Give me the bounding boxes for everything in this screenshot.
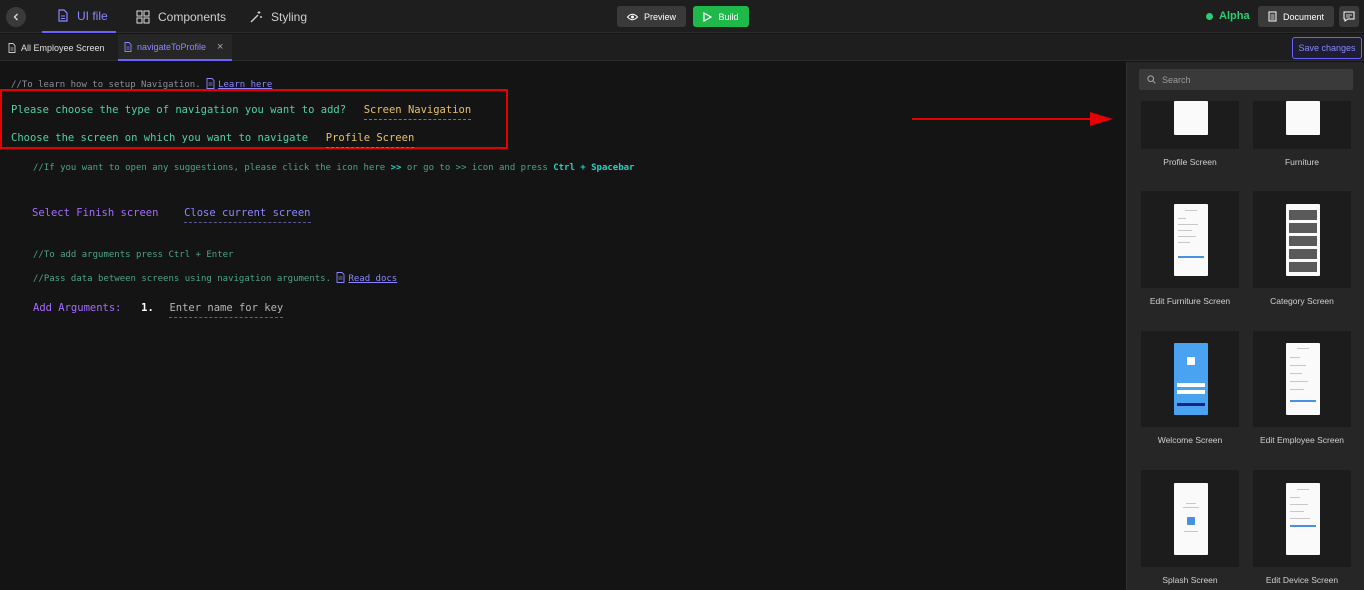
screen-card-label: Category Screen	[1270, 296, 1334, 306]
screen-card-splash-screen[interactable]: Splash Screen	[1141, 470, 1239, 585]
file-tab-navigate-to-profile[interactable]: navigateToProfile ×	[118, 34, 232, 61]
navigation-type-row: Please choose the type of navigation you…	[11, 98, 472, 120]
screen-card-welcome-screen[interactable]: Welcome Screen	[1141, 331, 1239, 445]
finish-screen-label: Select Finish screen	[32, 207, 159, 219]
screens-panel: Search Profile Screen Furniture Edit Fur…	[1126, 62, 1364, 590]
suggestions-text-2: or go to >> icon and press	[406, 163, 548, 173]
tab-ui-file[interactable]: UI file	[42, 0, 116, 33]
screen-thumbnail	[1141, 331, 1239, 427]
document-label: Document	[1282, 11, 1325, 22]
preview-button[interactable]: Preview	[617, 6, 686, 27]
screen-thumbnail	[1253, 331, 1351, 427]
search-placeholder: Search	[1162, 74, 1191, 85]
finish-screen-row: Select Finish screen Close current scree…	[32, 201, 311, 223]
doc-link-icon	[336, 272, 345, 283]
magic-wand-icon	[250, 10, 262, 22]
red-arrow-annotation	[912, 112, 1113, 126]
target-screen-row: Choose the screen on which you want to n…	[11, 126, 415, 148]
tab-ui-file-label: UI file	[77, 8, 108, 23]
args-comment: //To add arguments press Ctrl + Enter	[33, 250, 234, 260]
screen-card-edit-furniture-screen[interactable]: Edit Furniture Screen	[1141, 191, 1239, 306]
suggestions-icon-link[interactable]: >>	[391, 163, 402, 173]
grid-icon	[136, 9, 150, 24]
file-icon	[8, 42, 16, 53]
file-tab-label: All Employee Screen	[21, 42, 105, 53]
suggestions-text: //If you want to open any suggestions, p…	[33, 163, 386, 173]
screen-thumbnail	[1141, 101, 1239, 149]
preview-label: Preview	[643, 11, 676, 22]
screen-card-label: Welcome Screen	[1157, 435, 1223, 445]
save-changes-button[interactable]: Save changes	[1292, 37, 1362, 59]
navigation-type-question: Please choose the type of navigation you…	[11, 104, 347, 116]
finish-screen-value[interactable]: Close current screen	[184, 207, 311, 223]
top-bar: UI file Components Styling Preview Build…	[0, 0, 1364, 33]
feedback-button[interactable]	[1339, 6, 1359, 27]
argument-number: 1.	[141, 302, 154, 314]
play-icon	[703, 11, 713, 22]
screen-card-label: Splash Screen	[1162, 575, 1218, 585]
eye-icon	[626, 13, 638, 20]
screen-thumbnail	[1253, 470, 1351, 567]
screen-card-label: Furniture	[1284, 157, 1319, 167]
phone-preview	[1286, 101, 1320, 135]
add-arguments-row: Add Arguments: 1. Enter name for key	[33, 296, 284, 318]
search-input[interactable]: Search	[1139, 69, 1353, 90]
target-screen-question: Choose the screen on which you want to n…	[11, 132, 309, 144]
phone-preview	[1286, 204, 1320, 276]
tab-styling-label: Styling	[271, 9, 308, 24]
close-icon[interactable]: ×	[217, 41, 223, 53]
phone-preview	[1174, 343, 1208, 415]
argument-key-input[interactable]: Enter name for key	[169, 302, 284, 318]
chevron-left-icon	[13, 13, 18, 21]
tab-styling[interactable]: Styling	[249, 0, 307, 33]
build-label: Build	[718, 11, 739, 22]
file-icon	[124, 41, 132, 52]
doc-link-icon	[206, 78, 215, 89]
pass-data-comment-line: //Pass data between screens using naviga…	[33, 272, 397, 284]
file-icon	[58, 9, 68, 22]
phone-preview	[1174, 101, 1208, 135]
screen-card-label: Profile Screen	[1163, 157, 1217, 167]
screen-card-label: Edit Employee Screen	[1259, 435, 1345, 445]
file-tab-all-employee-screen[interactable]: All Employee Screen	[2, 34, 111, 61]
screen-card-furniture[interactable]: Furniture	[1253, 101, 1351, 167]
back-button[interactable]	[6, 7, 26, 27]
document-button[interactable]: Document	[1258, 6, 1334, 27]
chat-icon	[1343, 11, 1355, 22]
file-tab-label: navigateToProfile	[137, 41, 207, 52]
code-editor[interactable]: //To learn how to setup Navigation. Lear…	[0, 62, 1124, 590]
phone-preview	[1286, 483, 1320, 555]
status-badge: Alpha	[1206, 10, 1250, 22]
build-button[interactable]: Build	[693, 6, 749, 27]
status-dot-icon	[1206, 12, 1213, 20]
navigation-type-value[interactable]: Screen Navigation	[363, 104, 472, 120]
screen-thumbnail	[1253, 191, 1351, 288]
tab-components-label: Components	[158, 9, 227, 24]
screen-card-label: Edit Device Screen	[1265, 575, 1339, 585]
screen-card-edit-employee-screen[interactable]: Edit Employee Screen	[1253, 331, 1351, 445]
tab-components[interactable]: Components	[136, 0, 226, 33]
screen-thumbnail	[1253, 101, 1351, 149]
phone-preview	[1174, 483, 1208, 555]
target-screen-value[interactable]: Profile Screen	[325, 132, 415, 148]
search-icon	[1147, 75, 1156, 84]
screen-card-edit-device-screen[interactable]: Edit Device Screen	[1253, 470, 1351, 585]
phone-preview	[1286, 343, 1320, 415]
add-arguments-label: Add Arguments:	[33, 302, 122, 314]
screen-card-label: Edit Furniture Screen	[1149, 296, 1231, 306]
read-docs-link[interactable]: Read docs	[348, 274, 397, 284]
document-icon	[1268, 11, 1277, 22]
status-label: Alpha	[1219, 10, 1250, 22]
phone-preview	[1174, 204, 1208, 276]
screen-card-profile-screen[interactable]: Profile Screen	[1141, 101, 1239, 167]
screen-thumbnail	[1141, 191, 1239, 288]
shortcut-label: Ctrl + Spacebar	[553, 163, 635, 173]
file-tabs-bar: All Employee Screen navigateToProfile ×	[0, 34, 1364, 61]
pass-data-comment: //Pass data between screens using naviga…	[33, 274, 332, 284]
suggestions-comment: //If you want to open any suggestions, p…	[33, 163, 634, 173]
screen-card-category-screen[interactable]: Category Screen	[1253, 191, 1351, 306]
screen-thumbnail	[1141, 470, 1239, 567]
